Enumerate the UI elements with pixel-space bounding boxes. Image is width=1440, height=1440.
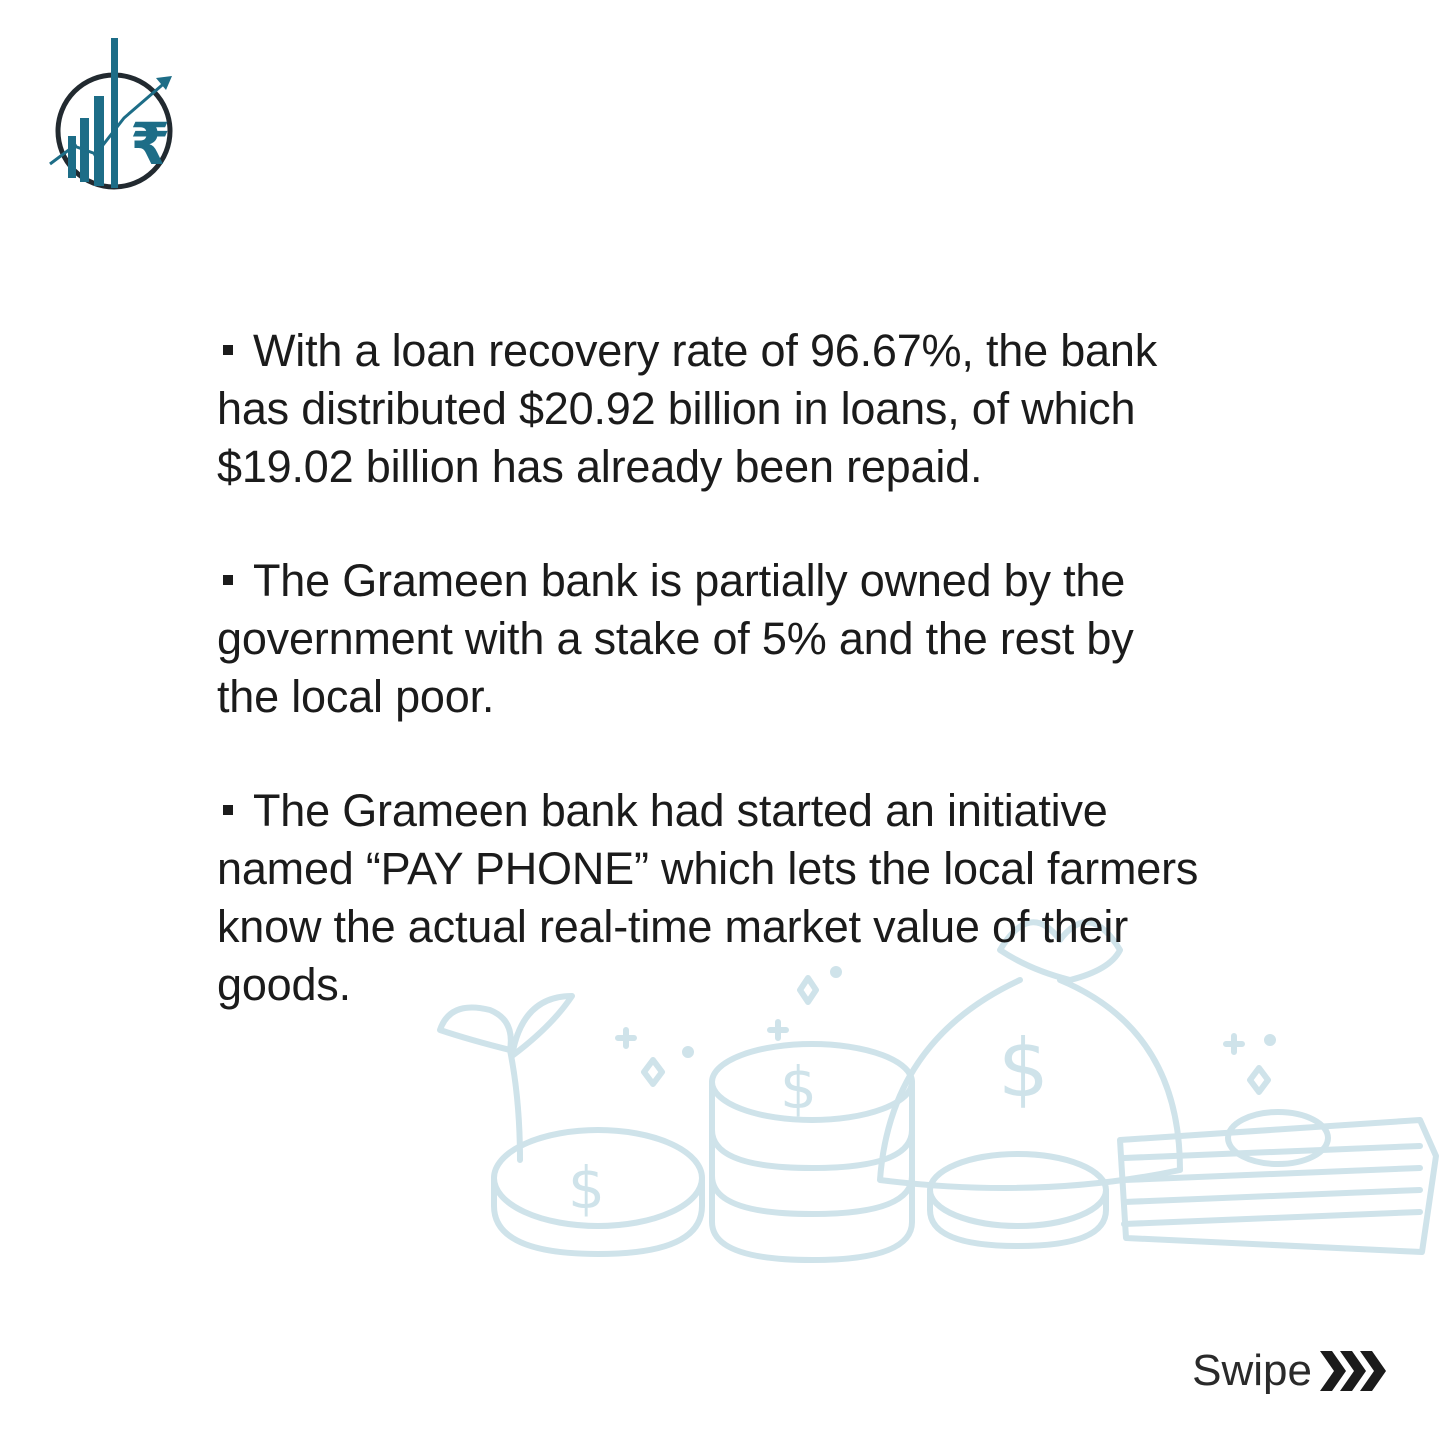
bullet-marker-icon — [223, 805, 233, 816]
bullet-text: The Grameen bank is partially owned by t… — [217, 555, 1134, 722]
swipe-label: Swipe — [1192, 1346, 1312, 1395]
coin-dollar-symbol: $ — [568, 1154, 605, 1222]
bullet-pay-phone: The Grameen bank had started an initiati… — [217, 782, 1207, 1014]
triple-chevron-right-icon — [1320, 1351, 1386, 1391]
logo-rupee-symbol: ₹ — [130, 110, 170, 178]
bullet-ownership: The Grameen bank is partially owned by t… — [217, 552, 1207, 726]
bullet-text: The Grameen bank had started an initiati… — [217, 785, 1199, 1010]
brand-logo-icon: ₹ — [49, 38, 173, 190]
bullet-loan-recovery: With a loan recovery rate of 96.67%, the… — [217, 322, 1207, 496]
bullet-list: With a loan recovery rate of 96.67%, the… — [217, 322, 1207, 1070]
swipe-prompt[interactable]: Swipe — [1192, 1346, 1388, 1396]
bullet-text: With a loan recovery rate of 96.67%, the… — [217, 325, 1158, 492]
bullet-marker-icon — [223, 345, 233, 356]
bullet-marker-icon — [223, 575, 233, 586]
